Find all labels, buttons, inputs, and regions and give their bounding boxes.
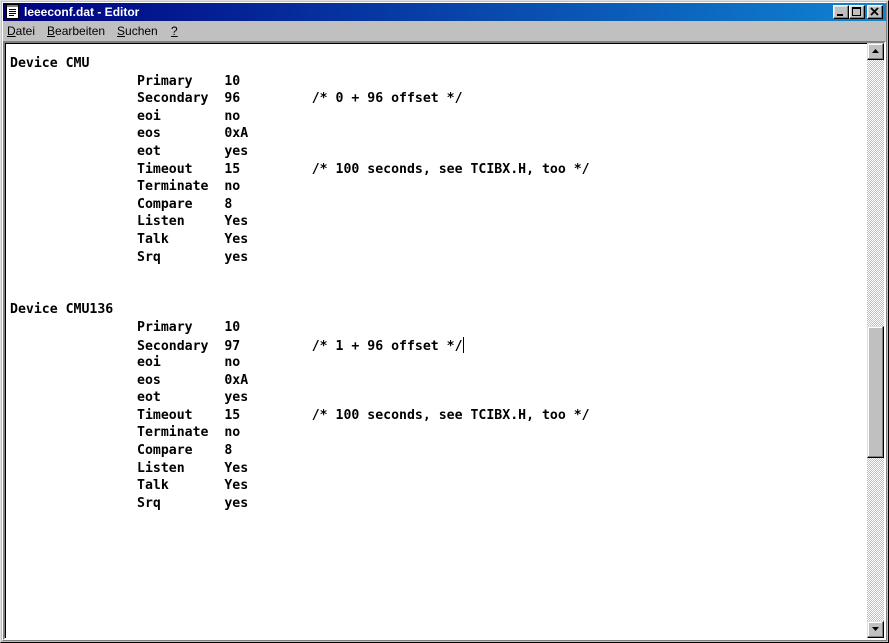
- text-line: Device CMU: [10, 56, 90, 71]
- close-button[interactable]: [867, 5, 883, 19]
- menu-suchen-label: uchen: [125, 24, 158, 38]
- menu-datei[interactable]: Datei: [7, 24, 35, 38]
- notepad-icon[interactable]: [6, 4, 19, 19]
- menu-datei-label: atei: [15, 24, 36, 38]
- text-line: eot yes: [10, 143, 249, 159]
- maximize-button[interactable]: [849, 5, 865, 19]
- text-line: eos 0xA: [10, 126, 249, 142]
- menu-datei-accel: D: [7, 24, 16, 38]
- maximize-icon: [852, 7, 861, 16]
- scroll-up-arrow-icon: [872, 49, 879, 53]
- text-line: Secondary 97 /* 1 + 96 offset */: [10, 336, 464, 354]
- text-line: Primary 10: [10, 319, 241, 335]
- menu-help[interactable]: ?: [171, 24, 178, 38]
- close-icon: [870, 7, 879, 16]
- text-line: Compare 8: [10, 196, 233, 212]
- menu-help-accel: ?: [171, 24, 178, 38]
- editor-frame: Device CMU Primary 10 Secondary 96 /* 0 …: [3, 41, 886, 640]
- text-line: Compare 8: [10, 443, 233, 459]
- text-line: Srq yes: [10, 249, 249, 265]
- text-line: Listen Yes: [10, 214, 249, 230]
- vertical-scrollbar[interactable]: [867, 43, 884, 638]
- menu-bar: Datei Bearbeiten Suchen ?: [3, 21, 886, 40]
- scroll-down-arrow-icon: [872, 627, 879, 631]
- text-line: Talk Yes: [10, 231, 249, 247]
- scroll-up-button[interactable]: [867, 43, 884, 60]
- text-line: eoi no: [10, 108, 241, 124]
- text-line: [10, 266, 590, 284]
- text-line: Timeout 15 /* 100 seconds, see TCIBX.H, …: [10, 407, 590, 423]
- text-line: Device CMU136: [10, 302, 114, 318]
- text-line: Secondary 96 /* 0 + 96 offset */: [10, 91, 463, 107]
- text-line: Terminate no: [10, 425, 241, 441]
- text-line: Terminate no: [10, 179, 241, 195]
- text-line: Primary 10: [10, 73, 241, 89]
- text-line: eoi no: [10, 355, 241, 371]
- scroll-thumb[interactable]: [867, 325, 884, 458]
- minimize-icon: [837, 14, 843, 16]
- minimize-button[interactable]: [833, 5, 849, 19]
- text-line: Talk Yes: [10, 478, 249, 494]
- window-title: leeeconf.dat - Editor: [24, 5, 140, 19]
- text-line: eot yes: [10, 390, 249, 406]
- text-line: [10, 284, 590, 302]
- title-bar[interactable]: leeeconf.dat - Editor: [3, 3, 886, 21]
- menu-suchen-accel: S: [117, 24, 126, 38]
- text-caret: [462, 336, 464, 353]
- editor-window: leeeconf.dat - Editor Datei Bearbeiten S…: [0, 0, 889, 643]
- text-area[interactable]: Device CMU Primary 10 Secondary 96 /* 0 …: [5, 43, 867, 638]
- text-line: Srq yes: [10, 495, 249, 511]
- menu-suchen[interactable]: Suchen: [117, 24, 158, 38]
- menu-bearbeiten-label: earbeiten: [55, 24, 106, 38]
- text-line: Listen Yes: [10, 460, 249, 476]
- menu-bearbeiten-accel: B: [47, 24, 56, 38]
- text-line: Timeout 15 /* 100 seconds, see TCIBX.H, …: [10, 161, 590, 177]
- menu-bearbeiten[interactable]: Bearbeiten: [47, 24, 105, 38]
- text-line: eos 0xA: [10, 372, 249, 388]
- scroll-down-button[interactable]: [867, 621, 884, 638]
- document-text[interactable]: Device CMU Primary 10 Secondary 96 /* 0 …: [10, 55, 590, 512]
